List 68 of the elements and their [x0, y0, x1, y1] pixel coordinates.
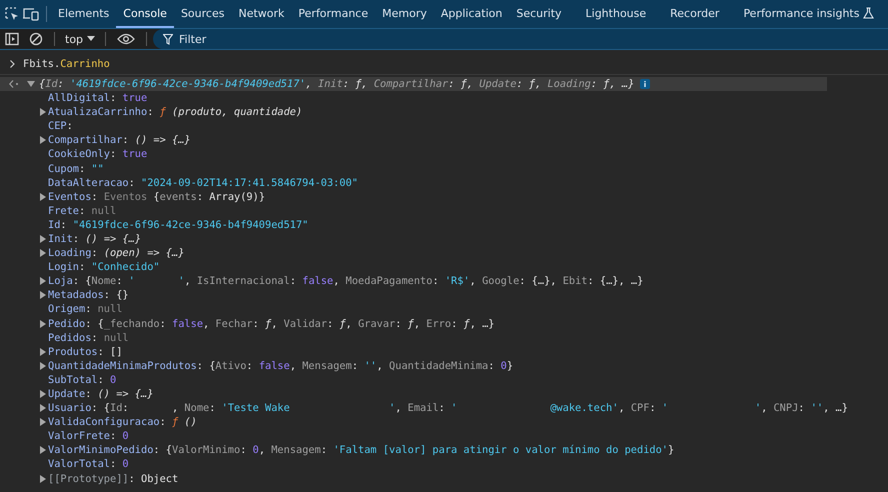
device-toolbar-icon[interactable]: [22, 6, 40, 22]
tab[interactable]: Performance insights: [736, 0, 882, 28]
object-property: QuantidadeMinimaProdutos: {Ativo: false, Mensagem: '', QuantidadeMinima: 0}: [48, 358, 514, 373]
object-property: Metadados: {}: [48, 288, 129, 302]
tab[interactable]: Performance: [291, 0, 376, 28]
expand-triangle-icon[interactable]: [40, 362, 46, 370]
expand-triangle-icon[interactable]: [40, 234, 46, 243]
expand-triangle-icon[interactable]: [40, 320, 46, 328]
object-property: Usuario: {Id: , Nome: 'Teste Wake ', Email: ' @wake.tech', CPF: ' ', CNPJ: '', …}: [48, 401, 848, 416]
object-property: Loja: {Nome: ' ', IsInternacional: false, MoedaPagamento: 'R$', Google: {…}, Ebit: {…}, …}: [48, 274, 644, 288]
tab[interactable]: Elements: [51, 0, 116, 28]
object-property: Pedidos: null: [48, 330, 129, 345]
tab[interactable]: Lighthouse: [578, 0, 654, 28]
object-property: SubTotal: 0: [48, 372, 116, 387]
object-property: DataAlteracao: "2024-09-02T14:17:41.5846794-03:00": [48, 176, 358, 190]
object-property: AtualizaCarrinho: ƒ (produto, quantidade): [48, 105, 302, 120]
tab[interactable]: Network: [231, 0, 292, 28]
object-property: Origem: null: [48, 302, 122, 316]
object-property: Id: "4619fdce-6f96-42ce-9346-b4f9409ed517": [48, 218, 308, 232]
object-property: Init: () => {…}: [48, 232, 142, 246]
inspect-element-icon[interactable]: [4, 6, 20, 22]
info-icon[interactable]: [640, 79, 650, 89]
object-property: CookieOnly: true: [48, 147, 148, 162]
object-property: [[Prototype]]: Object: [48, 472, 178, 486]
object-property: ValorMinimoPedido: {ValorMinimo: 0, Mensagem: 'Faltam [valor] para atingir o valor mínimo do pedido'}: [48, 443, 674, 458]
object-property: Eventos: Eventos {events: Array(9)}: [48, 190, 266, 204]
object-property: ValorTotal: 0: [48, 457, 129, 472]
object-property: Pedido: {_fechando: false, Fechar: ƒ, Validar: ƒ, Gravar: ƒ, Erro: ƒ, …}: [48, 316, 495, 331]
expand-triangle-icon[interactable]: [40, 404, 46, 412]
object-property: Loading: (open) => {…}: [48, 246, 184, 260]
object-property: ValorFrete: 0: [48, 429, 129, 444]
expand-triangle-icon[interactable]: [40, 249, 46, 258]
object-property: AllDigital: true: [48, 91, 148, 106]
expand-triangle-icon[interactable]: [40, 446, 46, 454]
expand-triangle-icon[interactable]: [40, 277, 46, 286]
object-property: Compartilhar: () => {…}: [48, 133, 191, 148]
expand-triangle-icon[interactable]: [40, 136, 46, 144]
object-property: Frete: null: [48, 204, 116, 218]
expand-triangle-icon[interactable]: [40, 390, 46, 398]
tab[interactable]: Security: [509, 0, 569, 28]
expand-triangle-icon[interactable]: [40, 474, 46, 483]
tab[interactable]: Memory: [375, 0, 434, 28]
object-property: ValidaConfiguracao: ƒ (): [48, 415, 197, 430]
expand-triangle-icon[interactable]: [40, 108, 46, 116]
object-preview: {Id: '4619fdce-6f96-42ce-9346-b4f9409ed517', Init: ƒ, Compartilhar: ƒ, Update: ƒ, Loading: ƒ, …}: [39, 77, 634, 91]
object-property: Login: "Conhecido": [48, 260, 160, 274]
filter-field[interactable]: Filter: [153, 29, 888, 49]
funnel-icon: [163, 34, 174, 45]
expand-triangle-icon[interactable]: [27, 81, 35, 87]
tab[interactable]: Sources: [174, 0, 232, 28]
object-property: Produtos: []: [48, 344, 122, 359]
clear-console-icon[interactable]: [29, 32, 43, 46]
expand-triangle-icon[interactable]: [40, 291, 46, 300]
object-property: Update: () => {…}: [48, 387, 154, 402]
result-arrow-icon: [9, 80, 19, 88]
prompt-chevron-icon: [10, 60, 15, 68]
expand-triangle-icon[interactable]: [40, 192, 46, 201]
object-property: Cupom: "": [48, 162, 104, 176]
tab[interactable]: Recorder: [663, 0, 726, 28]
console-command-text: Fbits.Carrinho: [23, 57, 110, 71]
object-property: CEP:: [48, 119, 73, 134]
context-dropdown[interactable]: top: [61, 32, 100, 46]
tab[interactable]: Application: [434, 0, 510, 28]
sidebar-toggle-icon[interactable]: [5, 32, 19, 46]
caret-icon: [87, 36, 96, 42]
expand-triangle-icon[interactable]: [40, 418, 46, 426]
expand-triangle-icon[interactable]: [40, 348, 46, 356]
eye-icon[interactable]: [117, 33, 136, 45]
